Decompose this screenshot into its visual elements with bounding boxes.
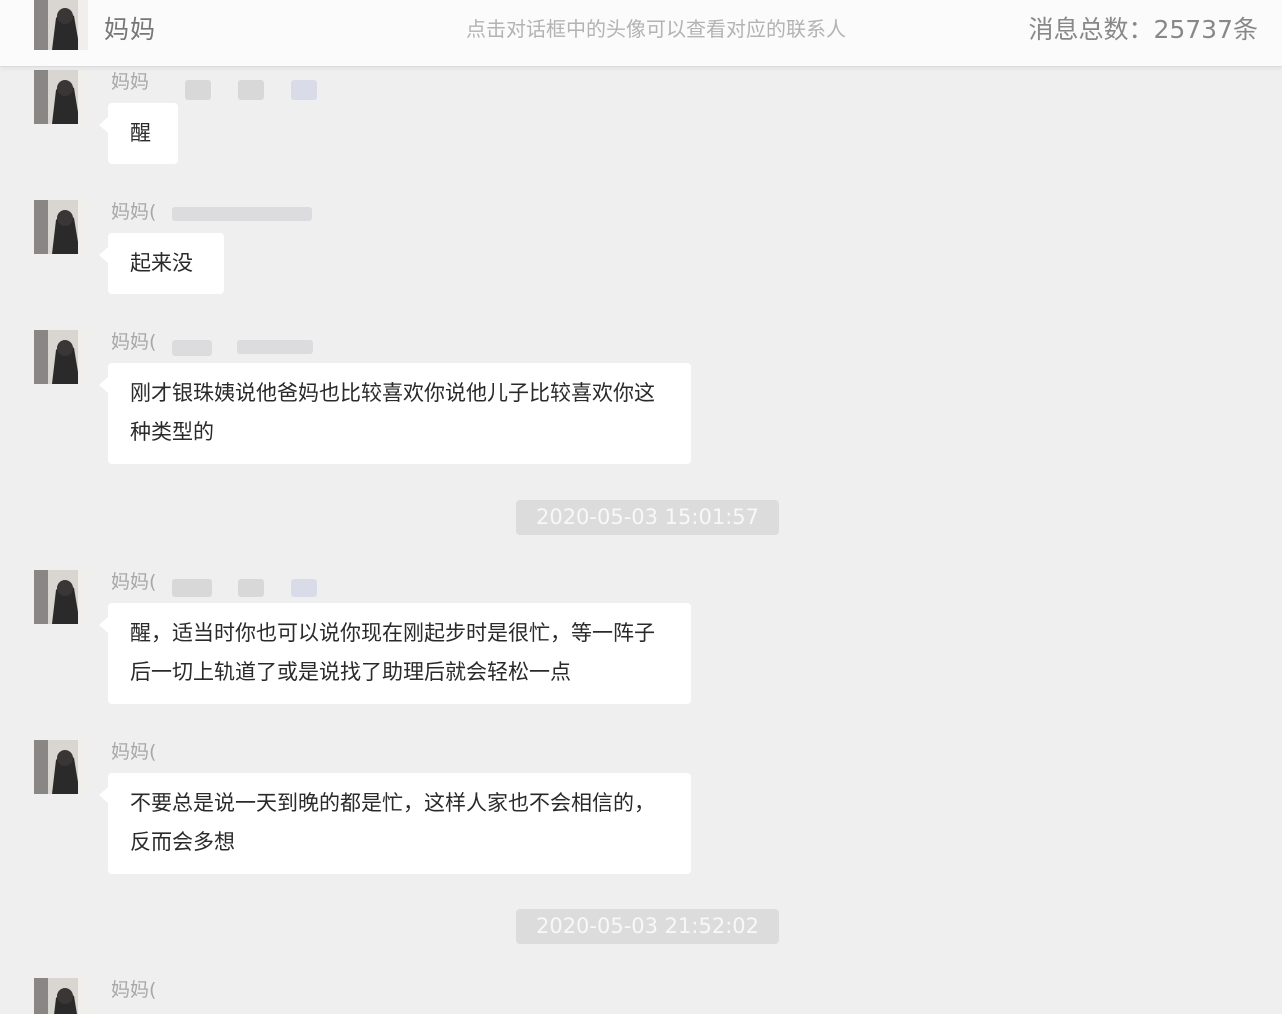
message-avatar[interactable] bbox=[34, 978, 88, 1014]
message-text: 刚才银珠姨说他爸妈也比较喜欢你说他儿子比较喜欢你这种类型的 bbox=[130, 381, 655, 444]
redacted-block bbox=[291, 80, 317, 100]
message-text: 不要总是说一天到晚的都是忙，这样人家也不会相信的，反而会多想 bbox=[130, 791, 655, 854]
avatar-photo-icon bbox=[34, 978, 88, 1014]
message-avatar[interactable] bbox=[34, 200, 88, 254]
avatar-photo-icon bbox=[34, 200, 88, 254]
message-bubble[interactable]: 刚才银珠姨说他爸妈也比较喜欢你说他儿子比较喜欢你这种类型的 bbox=[99, 363, 691, 464]
avatar-photo-icon bbox=[34, 330, 88, 384]
sender-name: 妈妈( bbox=[111, 979, 157, 1001]
message-bubble[interactable]: 醒 bbox=[99, 103, 178, 164]
chat-window: 妈妈 点击对话框中的头像可以查看对应的联系人 消息总数：25737条 妈妈 醒 … bbox=[0, 0, 1282, 1014]
redacted-block bbox=[172, 340, 212, 356]
message-avatar[interactable] bbox=[34, 330, 88, 384]
redacted-block bbox=[238, 579, 264, 597]
message-avatar[interactable] bbox=[34, 570, 88, 624]
redacted-block bbox=[237, 340, 313, 354]
sender-name: 妈妈( bbox=[111, 741, 157, 763]
redacted-block bbox=[238, 80, 264, 100]
avatar-photo-icon bbox=[34, 70, 88, 124]
redacted-block bbox=[172, 207, 312, 221]
sender-name: 妈妈( bbox=[111, 571, 157, 593]
chat-header: 妈妈 点击对话框中的头像可以查看对应的联系人 消息总数：25737条 bbox=[0, 0, 1282, 67]
timestamp-divider: 2020-05-03 15:01:57 bbox=[516, 500, 779, 535]
sender-name: 妈妈 bbox=[111, 71, 150, 93]
message-text: 起来没 bbox=[130, 251, 193, 275]
sender-name: 妈妈( bbox=[111, 331, 157, 353]
avatar-photo-icon bbox=[34, 0, 88, 50]
message-count: 消息总数：25737条 bbox=[1028, 15, 1258, 44]
avatar-photo-icon bbox=[34, 740, 88, 794]
redacted-block bbox=[291, 579, 317, 597]
message-bubble[interactable]: 醒，适当时你也可以说你现在刚起步时是很忙，等一阵子后一切上轨道了或是说找了助理后… bbox=[99, 603, 691, 704]
redacted-block bbox=[185, 80, 211, 100]
message-bubble[interactable]: 不要总是说一天到晚的都是忙，这样人家也不会相信的，反而会多想 bbox=[99, 773, 691, 874]
timestamp-divider: 2020-05-03 21:52:02 bbox=[516, 909, 779, 944]
message-avatar[interactable] bbox=[34, 740, 88, 794]
sender-name: 妈妈( bbox=[111, 201, 157, 223]
header-hint: 点击对话框中的头像可以查看对应的联系人 bbox=[466, 17, 846, 41]
avatar-photo-icon bbox=[34, 570, 88, 624]
message-text: 醒，适当时你也可以说你现在刚起步时是很忙，等一阵子后一切上轨道了或是说找了助理后… bbox=[130, 621, 655, 684]
message-avatar[interactable] bbox=[34, 70, 88, 124]
message-text: 醒 bbox=[130, 121, 151, 145]
contact-name: 妈妈 bbox=[104, 15, 157, 44]
message-bubble[interactable]: 起来没 bbox=[99, 233, 224, 294]
redacted-block bbox=[172, 579, 212, 597]
contact-avatar[interactable] bbox=[34, 0, 88, 50]
